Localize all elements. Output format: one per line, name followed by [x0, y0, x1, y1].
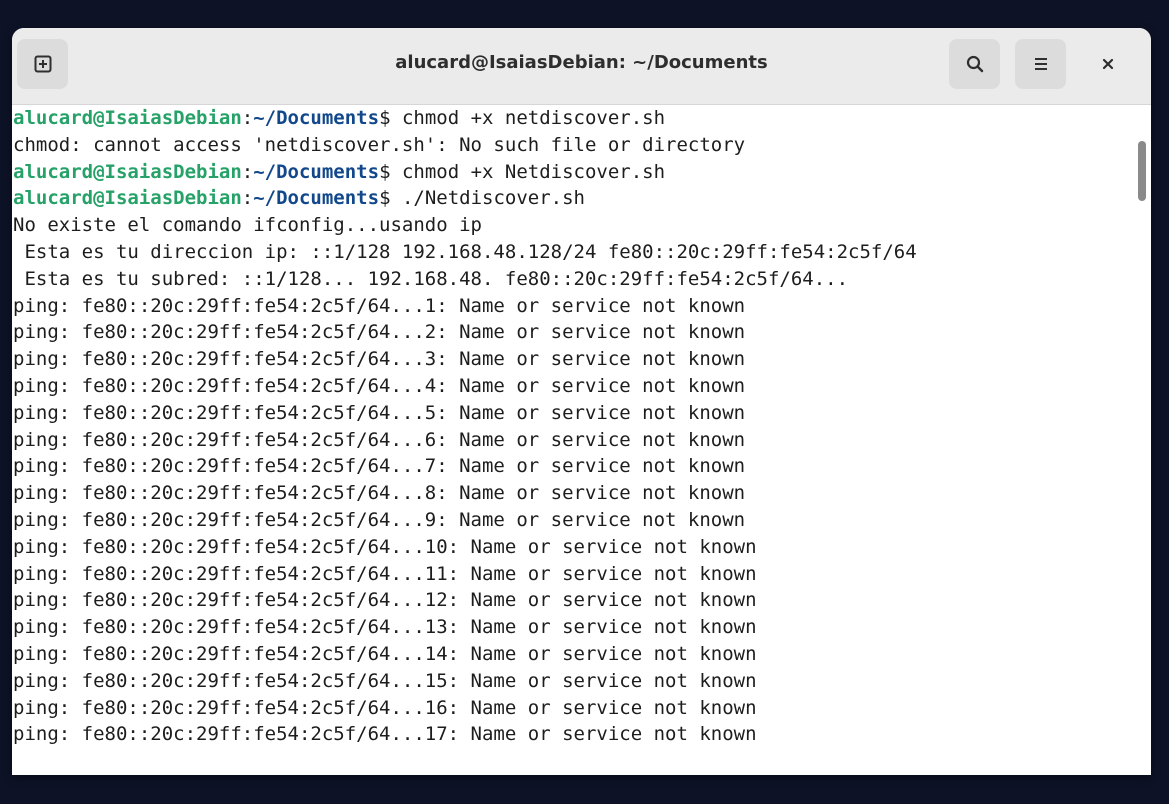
output-line: ping: fe80::20c:29ff:fe54:2c5f/64...4: N…	[13, 374, 746, 397]
command-text: chmod +x netdiscover.sh	[401, 107, 666, 129]
output-line: ping: fe80::20c:29ff:fe54:2c5f/64...6: N…	[13, 428, 746, 451]
output-line: ping: fe80::20c:29ff:fe54:2c5f/64...11: …	[13, 562, 757, 585]
prompt-line: alucard@IsaiasDebian:~/Documents$ chmod …	[13, 159, 1133, 186]
search-button[interactable]	[949, 39, 1000, 89]
prompt-separator: :	[241, 107, 254, 129]
output-line: ping: fe80::20c:29ff:fe54:2c5f/64...5: N…	[13, 401, 746, 424]
prompt-user-host: alucard@IsaiasDebian	[13, 187, 242, 210]
output-line: ping: fe80::20c:29ff:fe54:2c5f/64...2: N…	[13, 321, 746, 344]
output-line: Esta es tu subred: ::1/128... 192.168.48…	[13, 267, 849, 290]
output-line: ping: fe80::20c:29ff:fe54:2c5f/64...12: …	[13, 589, 757, 612]
terminal-window: alucard@IsaiasDebian: ~/Documents alucar…	[12, 28, 1151, 775]
menu-button[interactable]	[1015, 39, 1066, 89]
close-icon	[1100, 56, 1116, 72]
output-line: ping: fe80::20c:29ff:fe54:2c5f/64...13: …	[13, 616, 757, 639]
command-text: chmod +x Netdiscover.sh	[401, 160, 666, 183]
prompt-separator: :	[241, 187, 254, 210]
output-line: ping: fe80::20c:29ff:fe54:2c5f/64...3: N…	[13, 348, 746, 371]
output-line: ping: fe80::20c:29ff:fe54:2c5f/64...9: N…	[13, 508, 746, 531]
scrollbar-thumb[interactable]	[1138, 141, 1146, 201]
search-icon	[965, 54, 985, 74]
prompt-path: ~/Documents	[253, 160, 380, 183]
command-text: ./Netdiscover.sh	[401, 187, 585, 210]
prompt-symbol: $	[379, 107, 402, 129]
prompt-separator: :	[241, 160, 254, 183]
output-line: Esta es tu direccion ip: ::1/128 192.168…	[13, 240, 917, 263]
hamburger-menu-icon	[1031, 54, 1051, 74]
output-line: ping: fe80::20c:29ff:fe54:2c5f/64...16: …	[13, 696, 757, 719]
close-button[interactable]	[1082, 39, 1133, 89]
title-bar: alucard@IsaiasDebian: ~/Documents	[12, 28, 1151, 105]
prompt-user-host: alucard@IsaiasDebian	[13, 107, 242, 129]
prompt-user-host: alucard@IsaiasDebian	[13, 160, 242, 183]
output-line: chmod: cannot access 'netdiscover.sh': N…	[13, 133, 746, 156]
output-line: No existe el comando ifconfig...usando i…	[13, 214, 482, 237]
prompt-path: ~/Documents	[253, 107, 380, 129]
output-line: ping: fe80::20c:29ff:fe54:2c5f/64...1: N…	[13, 294, 746, 317]
output-line: ping: fe80::20c:29ff:fe54:2c5f/64...15: …	[13, 669, 757, 692]
scrollbar[interactable]	[1133, 105, 1151, 775]
output-line: ping: fe80::20c:29ff:fe54:2c5f/64...8: N…	[13, 482, 746, 505]
prompt-line: alucard@IsaiasDebian:~/Documents$ ./Netd…	[13, 185, 1133, 212]
output-line: ping: fe80::20c:29ff:fe54:2c5f/64...7: N…	[13, 455, 746, 478]
terminal-output[interactable]: alucard@IsaiasDebian:~/Documents$ chmod …	[12, 105, 1133, 775]
output-line: ping: fe80::20c:29ff:fe54:2c5f/64...17: …	[13, 723, 757, 746]
prompt-path: ~/Documents	[253, 187, 380, 210]
output-line: ping: fe80::20c:29ff:fe54:2c5f/64...10: …	[13, 535, 757, 558]
prompt-symbol: $	[379, 160, 402, 183]
prompt-line: alucard@IsaiasDebian:~/Documents$ chmod …	[13, 105, 1133, 132]
output-line: ping: fe80::20c:29ff:fe54:2c5f/64...14: …	[13, 642, 757, 665]
prompt-symbol: $	[379, 187, 402, 210]
